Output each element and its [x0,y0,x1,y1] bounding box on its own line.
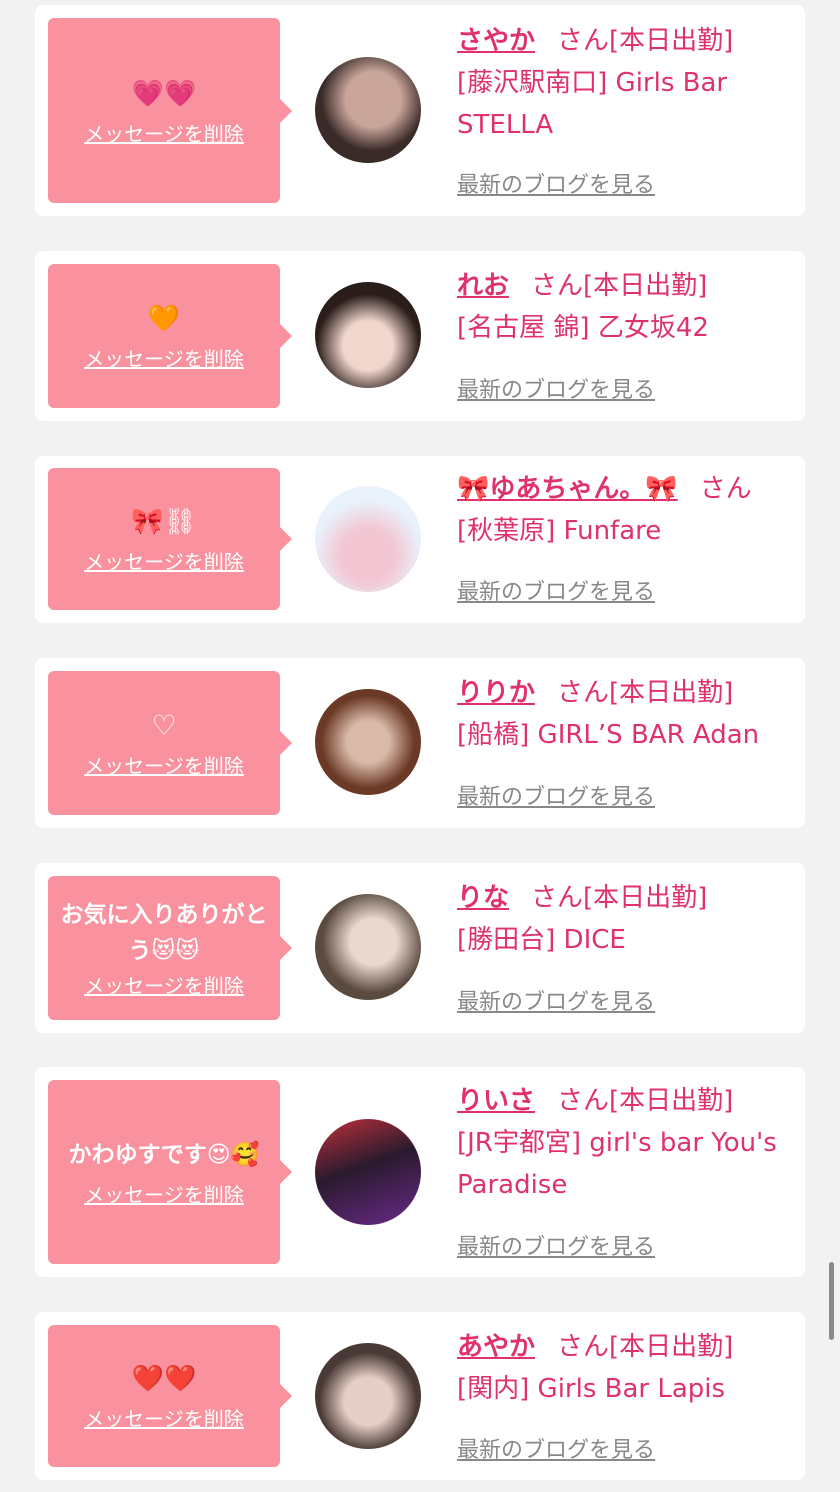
message-bubble: かわゆすです😍🥰 メッセージを削除 [48,1080,292,1264]
delete-message-link[interactable]: メッセージを削除 [84,549,244,575]
delete-message-link[interactable]: メッセージを削除 [84,121,244,147]
shop-name: [JR宇都宮] girl's bar You's Paradise [457,1128,777,1200]
message-bubble: ❤️❤️ メッセージを削除 [48,1325,292,1467]
work-status: [本日出勤] [609,678,734,708]
delete-message-link[interactable]: メッセージを削除 [84,346,244,372]
girl-name-link[interactable]: りいさ [457,1086,535,1116]
latest-blog-link[interactable]: 最新のブログを見る [457,779,655,811]
honorific: さん [699,474,752,504]
work-status: [本日出勤] [583,271,708,301]
latest-blog-link[interactable]: 最新のブログを見る [457,984,655,1016]
message-card: ❤️❤️ メッセージを削除 あやか さん[本日出勤] [関内] Girls Bar… [35,1312,805,1480]
girl-info: りな さん[本日出勤] [勝田台] DICE [457,877,797,961]
honorific: さん [557,1332,610,1362]
delete-message-link[interactable]: メッセージを削除 [84,1182,244,1208]
girl-info: りりか さん[本日出勤] [船橋] GIRL’S BAR Adan [457,672,802,756]
honorific: さん [557,26,610,56]
shop-name: [船橋] GIRL’S BAR Adan [457,720,760,750]
girl-info: りいさ さん[本日出勤] [JR宇都宮] girl's bar You's Par… [457,1080,797,1206]
girl-info: 🎀ゆあちゃん。🎀 さん [秋葉原] Funfare [457,468,802,552]
girl-info: あやか さん[本日出勤] [関内] Girls Bar Lapis [457,1326,797,1410]
message-bubble: お気に入りありがとう😻😻 メッセージを削除 [48,876,292,1020]
message-text: 🎀⛓ [131,507,197,537]
shop-name: [秋葉原] Funfare [457,516,662,546]
avatar[interactable] [315,57,421,163]
girl-name-link[interactable]: あやか [457,1332,535,1362]
message-bubble: 🧡 メッセージを削除 [48,264,292,408]
girl-name-link[interactable]: れお [457,271,509,301]
shop-name: [関内] Girls Bar Lapis [457,1374,726,1404]
avatar[interactable] [315,1119,421,1225]
avatar[interactable] [315,282,421,388]
latest-blog-link[interactable]: 最新のブログを見る [457,574,655,606]
message-bubble: ♡ メッセージを削除 [48,671,292,815]
delete-message-link[interactable]: メッセージを削除 [84,973,244,999]
girl-name-link[interactable]: りりか [457,678,535,708]
message-text: 💗💗 [131,78,197,109]
message-text: 🧡 [147,304,181,334]
honorific: さん [557,678,610,708]
message-card: お気に入りありがとう😻😻 メッセージを削除 りな さん[本日出勤] [勝田台] D… [35,863,805,1033]
message-text: お気に入りありがとう😻😻 [60,902,268,964]
shop-name: [藤沢駅南口] Girls Bar STELLA [457,68,728,140]
avatar[interactable] [315,894,421,1000]
shop-name: [名古屋 錦] 乙女坂42 [457,313,709,343]
girl-name-link[interactable]: りな [457,883,509,913]
avatar[interactable] [315,689,421,795]
honorific: さん [531,271,584,301]
message-bubble: 💗💗 メッセージを削除 [48,18,292,203]
latest-blog-link[interactable]: 最新のブログを見る [457,372,655,404]
work-status: [本日出勤] [609,1332,734,1362]
message-card: 💗💗 メッセージを削除 さやか さん[本日出勤] [藤沢駅南口] Girls Ba… [35,5,805,216]
work-status: [本日出勤] [609,26,734,56]
message-bubble: 🎀⛓ メッセージを削除 [48,468,292,610]
honorific: さん [531,883,584,913]
girl-name-link[interactable]: 🎀ゆあちゃん。🎀 [457,474,678,504]
message-list: 💗💗 メッセージを削除 さやか さん[本日出勤] [藤沢駅南口] Girls Ba… [0,0,840,1492]
work-status: [本日出勤] [609,1086,734,1116]
delete-message-link[interactable]: メッセージを削除 [84,753,244,779]
avatar[interactable] [315,486,421,592]
message-card: 🎀⛓ メッセージを削除 🎀ゆあちゃん。🎀 さん [秋葉原] Funfare 最新の… [35,456,805,623]
honorific: さん [557,1086,610,1116]
latest-blog-link[interactable]: 最新のブログを見る [457,1432,655,1464]
girl-name-link[interactable]: さやか [457,26,535,56]
delete-message-link[interactable]: メッセージを削除 [84,1406,244,1432]
message-card: ♡ メッセージを削除 りりか さん[本日出勤] [船橋] GIRL’S BAR A… [35,658,805,828]
girl-info: れお さん[本日出勤] [名古屋 錦] 乙女坂42 [457,265,797,349]
message-text: かわゆすです😍🥰 [68,1142,260,1168]
work-status: [本日出勤] [583,883,708,913]
latest-blog-link[interactable]: 最新のブログを見る [457,1229,655,1261]
message-card: かわゆすです😍🥰 メッセージを削除 りいさ さん[本日出勤] [JR宇都宮] gi… [35,1067,805,1277]
message-text: ♡ [151,709,177,742]
message-card: 🧡 メッセージを削除 れお さん[本日出勤] [名古屋 錦] 乙女坂42 最新のブ… [35,251,805,421]
latest-blog-link[interactable]: 最新のブログを見る [457,167,655,199]
shop-name: [勝田台] DICE [457,925,626,955]
message-text: ❤️❤️ [131,1364,197,1394]
scrollbar[interactable] [829,1262,834,1340]
girl-info: さやか さん[本日出勤] [藤沢駅南口] Girls Bar STELLA [457,20,797,146]
avatar[interactable] [315,1343,421,1449]
